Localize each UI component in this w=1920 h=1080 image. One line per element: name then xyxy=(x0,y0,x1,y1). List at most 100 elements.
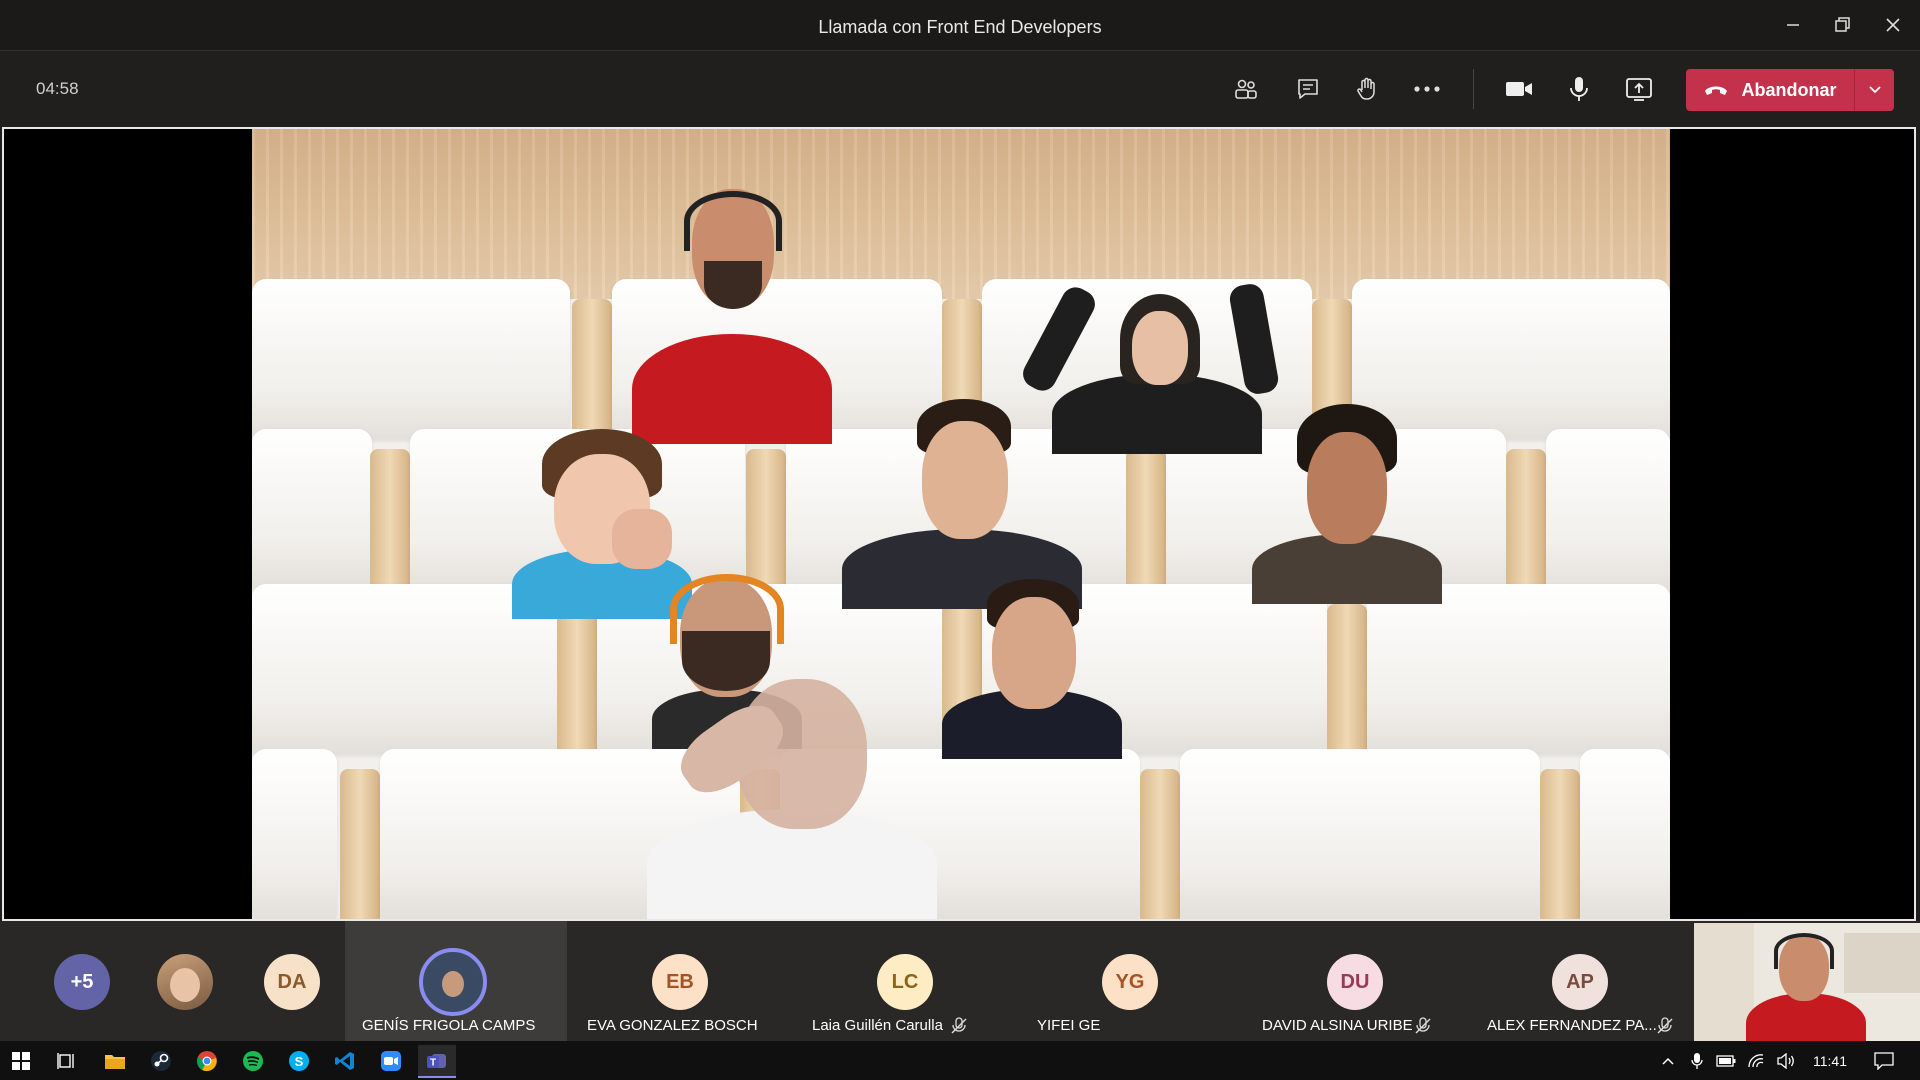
share-screen-icon xyxy=(1626,78,1652,101)
network-button[interactable] xyxy=(1742,1041,1770,1080)
vscode-icon xyxy=(335,1051,354,1070)
leave-call-control: Abandonar xyxy=(1686,69,1894,111)
participant-name: GENÍS FRIGOLA CAMPS xyxy=(362,1017,536,1034)
together-mode-video[interactable] xyxy=(252,129,1670,919)
people-button[interactable] xyxy=(1222,65,1270,113)
leave-options-button[interactable] xyxy=(1855,69,1894,111)
camera-icon xyxy=(1506,82,1532,96)
volume-icon xyxy=(1777,1052,1794,1069)
steam-button[interactable] xyxy=(142,1045,180,1076)
participant-tile-active[interactable]: GENÍS FRIGOLA CAMPS xyxy=(345,921,567,1041)
spotify-button[interactable] xyxy=(234,1045,272,1076)
windows-logo-icon xyxy=(12,1051,30,1070)
chrome-button[interactable] xyxy=(188,1045,226,1076)
zoom-icon xyxy=(381,1050,401,1071)
participant-video-5 xyxy=(1252,404,1442,604)
vscode-button[interactable] xyxy=(326,1045,364,1076)
spotify-icon xyxy=(243,1050,263,1071)
restore-button[interactable] xyxy=(1818,0,1868,50)
show-hidden-icons-button[interactable] xyxy=(1654,1041,1682,1080)
mic-off-icon xyxy=(1415,1017,1431,1034)
leave-button[interactable]: Abandonar xyxy=(1686,69,1854,111)
participant-tile[interactable]: AP ALEX FERNANDEZ PA... xyxy=(1470,921,1692,1041)
participant-name: Laia Guillén Carulla xyxy=(812,1017,943,1034)
participant-strip: +5 DA GENÍS FRIGOLA CAMPS EB EVA GONZALE… xyxy=(0,921,1920,1041)
file-explorer-button[interactable] xyxy=(96,1045,134,1076)
volume-button[interactable] xyxy=(1772,1041,1800,1080)
start-button[interactable] xyxy=(2,1045,40,1076)
teams-taskbar-button[interactable]: T xyxy=(418,1045,456,1078)
minimize-button[interactable] xyxy=(1768,0,1818,50)
task-view-button[interactable] xyxy=(48,1045,86,1076)
chevron-up-icon xyxy=(1662,1057,1674,1065)
participant-name: DAVID ALSINA URIBE xyxy=(1262,1017,1413,1034)
close-button[interactable] xyxy=(1868,0,1918,50)
folder-icon xyxy=(105,1054,125,1069)
avatar: DU xyxy=(1327,954,1383,1010)
avatar: YG xyxy=(1102,954,1158,1010)
participant-name: YIFEI GE xyxy=(1037,1017,1101,1034)
window-title: Llamada con Front End Developers xyxy=(818,17,1102,37)
participant-video-1 xyxy=(632,189,832,444)
avatar xyxy=(157,954,213,1010)
teams-icon: T xyxy=(427,1053,446,1068)
chrome-icon xyxy=(197,1050,217,1071)
participant-tile[interactable]: EB EVA GONZALEZ BOSCH xyxy=(570,921,792,1041)
microphone-icon xyxy=(1570,77,1588,101)
zoom-button[interactable] xyxy=(372,1045,410,1076)
window-titlebar: Llamada con Front End Developers xyxy=(0,0,1920,51)
chevron-down-icon xyxy=(1868,86,1881,94)
battery-icon xyxy=(1716,1054,1736,1067)
notification-icon xyxy=(1874,1051,1894,1070)
task-view-icon xyxy=(57,1052,74,1069)
mic-off-icon xyxy=(951,1017,967,1034)
overflow-badge: +5 xyxy=(54,954,110,1010)
participant-tile[interactable]: LC Laia Guillén Carulla xyxy=(795,921,1017,1041)
avatar: EB xyxy=(652,954,708,1010)
wifi-icon xyxy=(1748,1053,1764,1067)
battery-button[interactable] xyxy=(1712,1041,1740,1080)
avatar: LC xyxy=(877,954,933,1010)
video-stage xyxy=(2,127,1916,921)
participant-tile[interactable] xyxy=(145,921,225,1041)
participant-tile[interactable]: DU DAVID ALSINA URIBE xyxy=(1245,921,1467,1041)
people-icon xyxy=(1235,79,1257,99)
participant-video-8 xyxy=(637,659,937,919)
mic-off-icon xyxy=(1657,1017,1673,1034)
more-participants-button[interactable]: +5 xyxy=(40,921,120,1041)
more-options-button[interactable] xyxy=(1403,65,1451,113)
share-screen-button[interactable] xyxy=(1615,65,1663,113)
wood-wall xyxy=(252,129,1670,299)
participant-name: ALEX FERNANDEZ PA... xyxy=(1487,1017,1657,1034)
microphone-icon xyxy=(1691,1052,1703,1069)
steam-icon xyxy=(151,1050,171,1071)
participant-tile[interactable]: YG YIFEI GE xyxy=(1020,921,1242,1041)
leave-label: Abandonar xyxy=(1741,79,1837,100)
chat-icon xyxy=(1298,79,1318,99)
chat-button[interactable] xyxy=(1284,65,1332,113)
participant-tile[interactable]: DA xyxy=(252,921,332,1041)
avatar xyxy=(419,948,487,1016)
participant-video-7 xyxy=(942,579,1122,759)
self-video-preview[interactable] xyxy=(1694,923,1920,1041)
raise-hand-button[interactable] xyxy=(1343,65,1391,113)
more-options-icon xyxy=(1414,86,1440,92)
call-timer: 04:58 xyxy=(36,79,79,98)
clock[interactable]: 11:41 xyxy=(1804,1041,1856,1080)
skype-button[interactable]: S xyxy=(280,1045,318,1076)
camera-button[interactable] xyxy=(1495,65,1543,113)
action-center-button[interactable] xyxy=(1866,1041,1902,1080)
raise-hand-icon xyxy=(1357,77,1375,100)
meeting-toolbar: 04:58 Abandonar xyxy=(0,51,1920,127)
participant-video-4 xyxy=(842,399,1082,609)
os-taskbar: S T 11:41 xyxy=(0,1041,1920,1080)
participant-name: EVA GONZALEZ BOSCH xyxy=(587,1017,758,1034)
avatar: DA xyxy=(264,954,320,1010)
hang-up-icon xyxy=(1705,86,1728,95)
svg-text:T: T xyxy=(430,1057,436,1068)
svg-text:S: S xyxy=(295,1054,304,1069)
microphone-button[interactable] xyxy=(1555,65,1603,113)
tray-mic-button[interactable] xyxy=(1684,1041,1710,1080)
avatar: AP xyxy=(1552,954,1608,1010)
toolbar-divider xyxy=(1473,69,1474,109)
